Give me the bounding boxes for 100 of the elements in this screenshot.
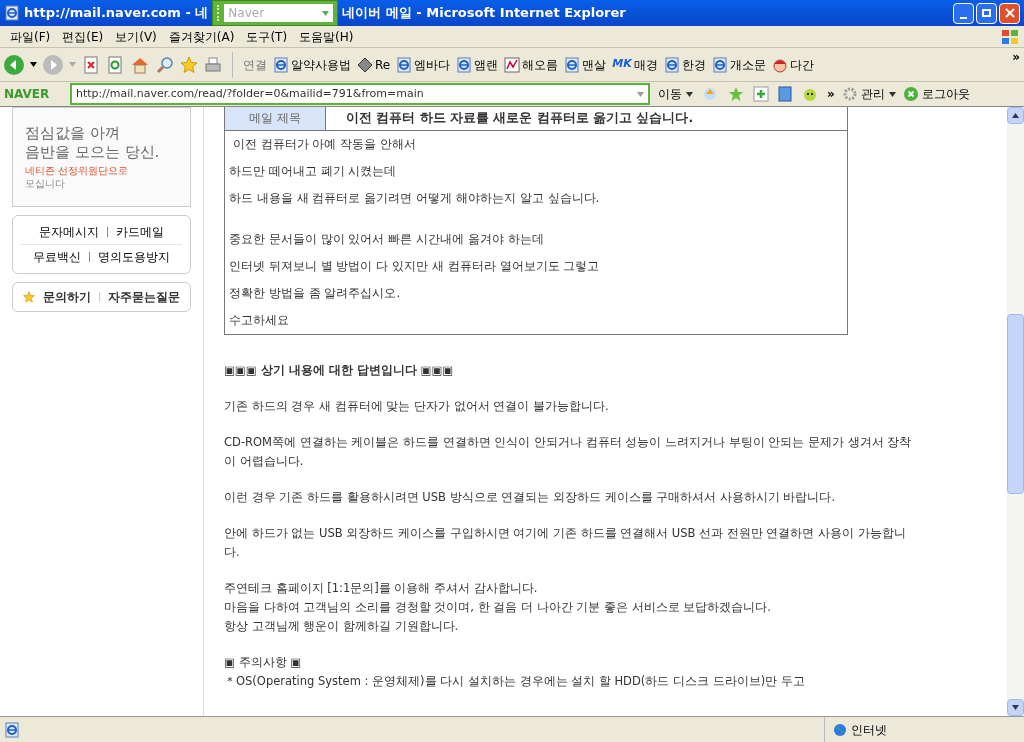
star-icon [23, 291, 35, 303]
mail-body-line: 중요한 문서들이 많이 있어서 빠른 시간내에 옮겨야 하는데 [229, 231, 544, 249]
reply-text: 주연테크 홈페이지 [1:1문의]를 이용해 주셔서 감사합니다. [224, 579, 539, 597]
promo-banner[interactable]: 점심값을 아껴 음반을 모으는 당신. 네티즌 선정위원단으로 모십니다 [12, 107, 191, 207]
links-label: 연결 [243, 56, 267, 74]
reply-text: ▣ 주의사항 ▣ [224, 653, 303, 671]
service-link[interactable]: 무료백신 [33, 248, 81, 266]
banner-headline: 점심값을 아껴 [25, 123, 121, 143]
caret-icon [30, 62, 37, 67]
menu-item[interactable]: 도움말(H) [293, 27, 360, 46]
mail-body-line: 정확한 방법을 좀 알려주십시오. [229, 285, 401, 303]
menu-item[interactable]: 보기(V) [109, 27, 163, 46]
link-item[interactable]: 엠바다 [396, 55, 451, 74]
link-item[interactable]: 개소문 [711, 55, 766, 74]
chart-icon [504, 56, 521, 73]
gear-icon [842, 87, 857, 101]
link-item[interactable]: 앰랜 [456, 55, 499, 74]
back-button[interactable] [4, 54, 24, 75]
home-icon[interactable] [130, 55, 150, 74]
mail-subject: 이전 컴퓨터 하드 자료를 새로운 컴퓨터로 옮기고 싶습니다. [325, 107, 847, 130]
page-icon [456, 56, 473, 73]
link-item[interactable]: 해오름 [504, 55, 559, 74]
window-title: http://mail.naver.com - 네 [24, 4, 209, 23]
reply-heading: ▣▣▣ 상기 내용에 대한 답변입니다 ▣▣▣ [224, 361, 455, 379]
caret-icon [69, 62, 76, 67]
banner-text: 네티즌 선정위원단으로 [25, 165, 130, 178]
link-item[interactable]: 한경 [663, 55, 706, 74]
mail-body-line: 수고하세요 [229, 312, 289, 330]
mail-body-line: 하드 내용을 새 컴퓨터로 옮기려면 어떻게 해야하는지 알고 싶습니다. [229, 190, 600, 208]
reply-text: 다. [224, 543, 241, 561]
window-title: 네이버 메일 - Microsoft Internet Explorer [342, 4, 626, 23]
scroll-up-button[interactable] [1007, 107, 1024, 124]
link-item[interactable]: 맨살 [564, 55, 607, 74]
search-icon[interactable] [156, 55, 174, 74]
mk-logo: MK [612, 56, 632, 73]
reply-text: 이런 경우 기존 하드를 활용하시려면 USB 방식으로 연결되는 외장하드 케이스를 구매하셔서 사용하시기 바랍니다. [224, 488, 837, 506]
banner-headline: 음반을 모으는 당신. [25, 142, 161, 162]
go-button[interactable]: 이동 [658, 85, 693, 103]
mail-body-line: 인터넷 뒤져보니 별 방법이 다 있지만 새 컴퓨터라 열어보기도 그렇고 [229, 258, 600, 276]
refresh-icon[interactable] [106, 55, 124, 74]
link-item[interactable]: 다간 [771, 55, 814, 74]
reply-text: 안에 하드가 없는 USB 외장하드 케이스를 구입하시면 여기에 기존 하드를 연결해서 USB 선과 전원만 연결하면 사용이 가능합니 [224, 524, 907, 542]
menu-item[interactable]: 즐겨찾기(A) [162, 27, 241, 46]
grip-icon[interactable] [217, 5, 221, 21]
cartoon-face-icon [771, 56, 788, 73]
close-button[interactable] [999, 2, 1020, 24]
mail-body-line: 하드만 떼어내고 폐기 시켰는데 [229, 163, 397, 181]
logout-button[interactable]: 로그아웃 [903, 85, 970, 103]
page-icon [663, 56, 680, 73]
forward-button[interactable] [43, 54, 63, 75]
star-icon[interactable] [180, 55, 198, 74]
link-item[interactable]: MK 매경 [612, 55, 658, 74]
link-item[interactable]: 알약사용법 [273, 55, 351, 74]
globe-icon [833, 722, 847, 737]
diamond-icon [357, 56, 373, 73]
service-link[interactable]: 명의도용방지 [98, 248, 170, 266]
caret-icon [322, 10, 330, 16]
menu-item[interactable]: 도구(T) [240, 27, 294, 46]
restore-icon [982, 9, 991, 17]
service-link[interactable]: 카드메일 [116, 223, 164, 241]
plus-icon[interactable] [753, 86, 769, 102]
service-link[interactable]: 문자메시지 [39, 223, 99, 241]
arrow-up-icon[interactable] [701, 86, 719, 102]
page-icon [396, 56, 413, 73]
scroll-thumb[interactable] [1007, 314, 1024, 494]
page-icon [711, 56, 728, 73]
link-item[interactable]: Re [357, 55, 391, 74]
help-link[interactable]: 문의하기 [43, 288, 91, 306]
reply-text: CD-ROM쪽에 연결하는 케이블은 하드를 연결하면 인식이 안되거나 컴퓨터 성능이 느려지거나 부팅이 안되는 문제가 생겨서 장착 [224, 433, 913, 451]
page-icon [273, 56, 289, 73]
minimize-icon [960, 16, 967, 19]
zone-label: 인터넷 [851, 721, 887, 739]
reply-text: 기존 하드의 경우 새 컴퓨터에 맞는 단자가 없어서 연결이 불가능합니다. [224, 397, 610, 415]
minimize-button[interactable] [953, 2, 974, 24]
overflow-chevron[interactable]: » [1012, 48, 1020, 66]
banner-text: 모십니다 [25, 177, 66, 191]
caret-icon [1012, 113, 1019, 118]
manage-button[interactable]: 관리 [842, 85, 896, 103]
menu-item[interactable]: 편집(E) [56, 27, 110, 46]
reply-text: ＊OS(Operating System : 운영체제)를 다시 설치하는 경우에는 설치 할 HDD(하드 디스크 드라이브)만 두고 [224, 672, 806, 690]
address-field[interactable]: http://mail.naver.com/read/?folder=0&mailid=791&from=main [70, 83, 650, 105]
close-circle-icon [903, 87, 918, 101]
caret-icon [888, 91, 896, 97]
page-icon [4, 5, 20, 21]
reply-text: 이 어렵습니다. [224, 452, 305, 470]
star-icon[interactable] [727, 86, 745, 102]
reply-text: 항상 고객님께 행운이 함께하길 기원합니다. [224, 617, 460, 635]
stop-icon[interactable] [82, 55, 100, 74]
scrollbar[interactable] [1007, 107, 1024, 716]
reply-text: 마음을 다하여 고객님의 소리를 경청할 것이며, 한 걸음 더 나아간 기분 좋은 서비스로 보답하겠습니다. [224, 598, 772, 616]
printer-icon[interactable] [204, 55, 222, 74]
scroll-down-button[interactable] [1007, 699, 1024, 716]
page-icon [564, 56, 581, 73]
subject-label: 메일 제목 [225, 107, 325, 130]
more-chevron[interactable]: » [827, 85, 835, 103]
menu-item[interactable]: 파일(F) [4, 27, 57, 46]
naver-logo: NAVER [4, 86, 51, 103]
restore-button[interactable] [976, 2, 997, 24]
help-link[interactable]: 자주묻는질문 [108, 288, 180, 306]
caret-icon [637, 91, 644, 97]
